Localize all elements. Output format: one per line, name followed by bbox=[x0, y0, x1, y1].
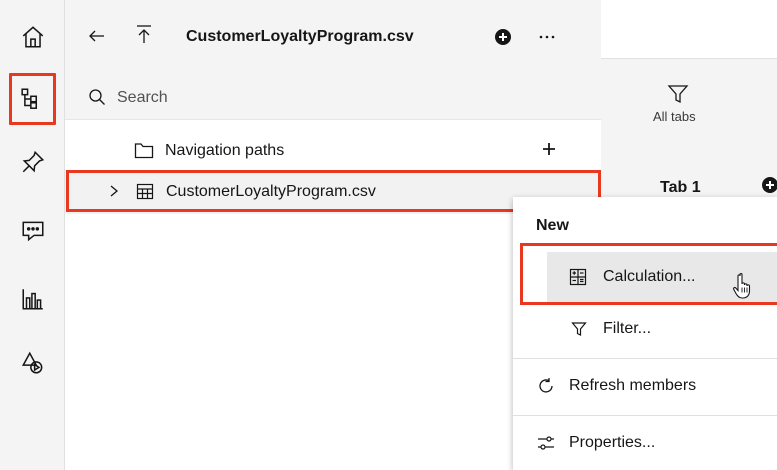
menu-item-label: Refresh members bbox=[569, 377, 697, 394]
menu-item-calculation[interactable]: Calculation... bbox=[547, 252, 777, 302]
pin-button[interactable] bbox=[9, 136, 56, 188]
add-navigation-path-button[interactable] bbox=[541, 141, 557, 162]
filter-icon bbox=[571, 321, 587, 337]
pin-icon bbox=[22, 150, 44, 173]
refresh-icon bbox=[537, 377, 555, 395]
dashboard-toolbar bbox=[601, 0, 777, 58]
assets-button[interactable] bbox=[9, 337, 56, 389]
file-title: CustomerLoyaltyProgram.csv bbox=[186, 28, 414, 45]
tree-item-label: CustomerLoyaltyProgram.csv bbox=[166, 183, 376, 200]
upload-button[interactable] bbox=[132, 22, 156, 46]
left-rail bbox=[0, 0, 65, 470]
panel-header: CustomerLoyaltyProgram.csv bbox=[65, 0, 601, 76]
add-circle-icon bbox=[762, 177, 777, 193]
chat-icon bbox=[21, 221, 44, 242]
menu-item-filter[interactable]: Filter... bbox=[513, 304, 777, 354]
menu-item-label: Filter... bbox=[603, 320, 652, 337]
tab-1[interactable]: Tab 1 bbox=[660, 179, 701, 197]
all-tabs-label: All tabs bbox=[653, 109, 696, 124]
tree-item-navigation-paths[interactable]: Navigation paths bbox=[65, 129, 601, 173]
shapes-icon bbox=[21, 351, 42, 374]
home-button[interactable] bbox=[9, 11, 56, 63]
menu-divider bbox=[513, 415, 777, 416]
calculation-icon bbox=[569, 268, 587, 286]
filter-icon bbox=[667, 85, 689, 104]
home-icon bbox=[22, 26, 43, 48]
add-circle-icon bbox=[495, 29, 511, 45]
overflow-menu-button[interactable] bbox=[535, 26, 559, 48]
visualizations-button[interactable] bbox=[9, 273, 56, 325]
search-input[interactable] bbox=[117, 86, 577, 110]
menu-item-properties[interactable]: Properties... bbox=[513, 418, 777, 468]
context-menu: New Calculation... Filter... Refresh mem… bbox=[513, 197, 777, 470]
overflow-menu-icon bbox=[539, 35, 555, 39]
tree-item-label: Navigation paths bbox=[165, 142, 285, 159]
chat-button[interactable] bbox=[9, 205, 56, 257]
hand-cursor-icon bbox=[732, 272, 756, 305]
search-bar bbox=[65, 76, 601, 120]
chart-bar-icon bbox=[21, 289, 43, 310]
menu-item-refresh-members[interactable]: Refresh members bbox=[513, 361, 777, 411]
add-button[interactable] bbox=[493, 27, 513, 47]
data-tree-icon bbox=[20, 88, 37, 109]
sliders-icon bbox=[537, 435, 555, 451]
plus-icon bbox=[543, 143, 555, 155]
folder-icon bbox=[134, 142, 154, 164]
table-icon bbox=[136, 183, 154, 205]
menu-divider bbox=[513, 358, 777, 359]
menu-item-label: Properties... bbox=[569, 434, 656, 451]
back-button[interactable] bbox=[85, 24, 109, 48]
search-icon bbox=[87, 87, 107, 107]
chevron-right-icon[interactable] bbox=[109, 184, 119, 203]
data-sources-button[interactable] bbox=[9, 73, 56, 125]
arrow-up-to-top-icon bbox=[137, 25, 151, 43]
add-tab-button[interactable] bbox=[761, 176, 777, 199]
menu-heading: New bbox=[536, 217, 569, 234]
menu-item-label: Calculation... bbox=[603, 268, 696, 285]
arrow-left-icon bbox=[89, 30, 104, 42]
